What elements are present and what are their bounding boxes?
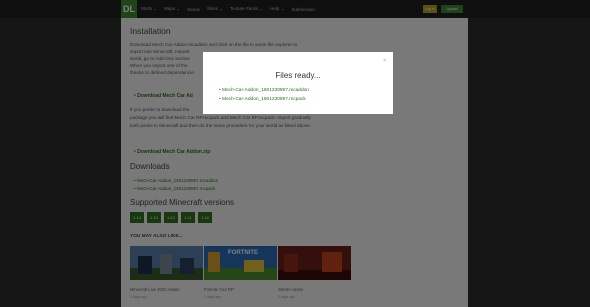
modal-overlay[interactable] (0, 0, 590, 307)
close-icon[interactable]: × (383, 58, 387, 64)
modal-download-mcpack-link[interactable]: Mech-Car-Addon_1601230897.mcpack (219, 97, 306, 102)
files-ready-modal: × Files ready... Mech-Car-Addon_16012308… (203, 52, 393, 114)
modal-title: Files ready... (275, 71, 321, 80)
modal-download-mcaddon-link[interactable]: Mech-Car-Addon_1601230897.mcaddon (219, 88, 309, 93)
